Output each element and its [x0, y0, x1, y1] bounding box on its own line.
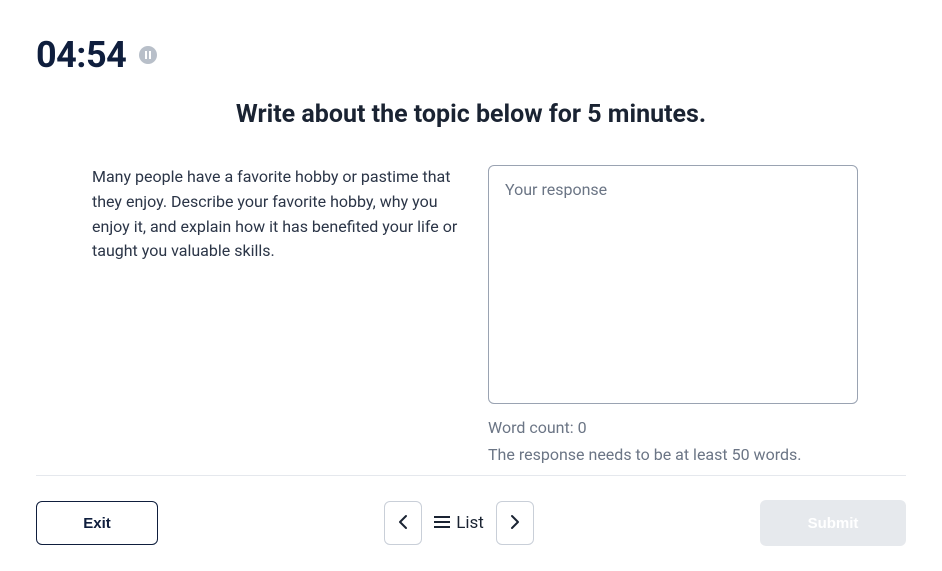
- word-count: Word count: 0: [488, 418, 858, 437]
- list-label: List: [456, 513, 484, 533]
- instruction-heading: Write about the topic below for 5 minute…: [0, 100, 942, 129]
- footer-divider: [36, 475, 906, 476]
- word-count-hint: The response needs to be at least 50 wor…: [488, 445, 858, 464]
- list-icon: [434, 513, 450, 533]
- response-input[interactable]: [488, 165, 858, 404]
- header: 04:54: [0, 0, 942, 76]
- prompt-text: Many people have a favorite hobby or pas…: [92, 165, 460, 464]
- next-button[interactable]: [496, 501, 534, 545]
- prev-button[interactable]: [384, 501, 422, 545]
- chevron-right-icon: [510, 514, 520, 533]
- response-column: Word count: 0 The response needs to be a…: [488, 165, 858, 464]
- pause-icon[interactable]: [138, 45, 158, 65]
- list-button[interactable]: List: [434, 513, 484, 533]
- footer: Exit List Submit: [36, 500, 906, 546]
- nav-center: List: [384, 501, 534, 545]
- content-area: Many people have a favorite hobby or pas…: [0, 129, 942, 464]
- exit-button[interactable]: Exit: [36, 501, 158, 545]
- timer: 04:54: [36, 34, 126, 76]
- submit-button[interactable]: Submit: [760, 500, 906, 546]
- chevron-left-icon: [398, 514, 408, 533]
